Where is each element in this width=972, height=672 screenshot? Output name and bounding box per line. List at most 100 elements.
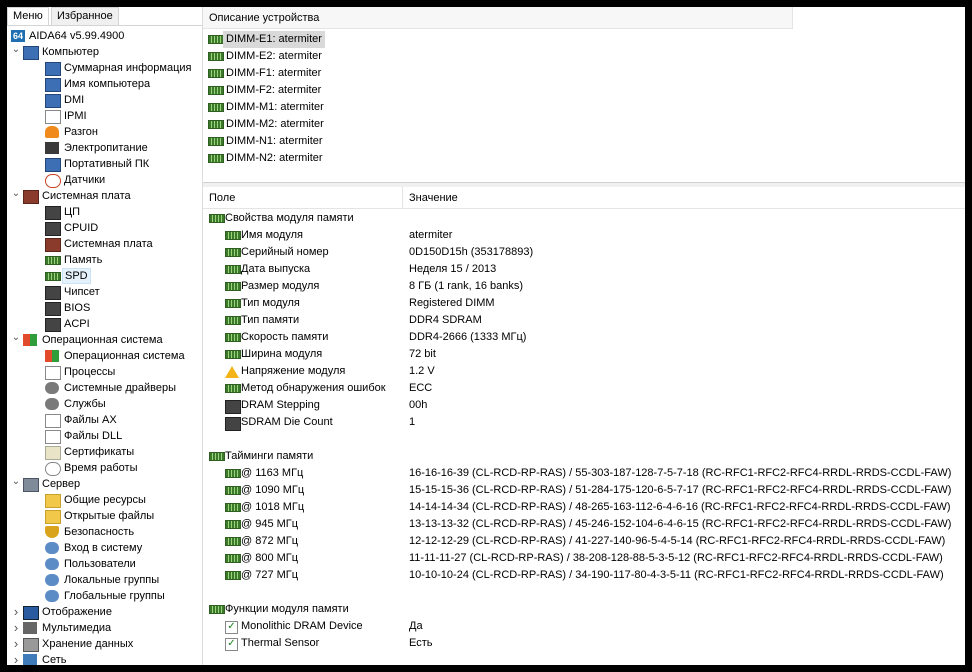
tree-item[interactable]: CPUID	[7, 220, 202, 236]
detail-row[interactable]: Метод обнаружения ошибок ECC	[203, 380, 965, 397]
chevron-down-icon[interactable]: ⌄	[11, 188, 21, 204]
chevron-right-icon[interactable]: ›	[11, 636, 21, 652]
chevron-right-icon[interactable]: ›	[11, 620, 21, 636]
tree-root[interactable]: 64 AIDA64 v5.99.4900	[7, 28, 202, 44]
memory-icon	[208, 35, 224, 44]
tree-item-label: Портативный ПК	[64, 158, 150, 170]
tree-item[interactable]: Имя компьютера	[7, 76, 202, 92]
tree-item[interactable]: Разгон	[7, 124, 202, 140]
chevron-down-icon[interactable]: ⌄	[11, 44, 21, 60]
chevron-right-icon[interactable]: ›	[11, 652, 21, 665]
detail-row[interactable]: @ 1018 МГц 14-14-14-34 (CL-RCD-RP-RAS) / …	[203, 499, 965, 516]
device-list-item[interactable]: DIMM-M1: atermiter	[203, 99, 803, 116]
column-header-field[interactable]: Поле	[203, 187, 403, 209]
tree-item[interactable]: Системная плата	[7, 236, 202, 252]
tree-item[interactable]: Вход в систему	[7, 540, 202, 556]
device-list-item[interactable]: DIMM-M2: atermiter	[203, 116, 803, 133]
nav-tree: 64 AIDA64 v5.99.4900 ⌄ Компьютер Суммарная и…	[7, 28, 202, 665]
tree-item[interactable]: Операционная система	[7, 348, 202, 364]
tree-item[interactable]: Службы	[7, 396, 202, 412]
tree-item-label: Службы	[64, 398, 106, 410]
column-header-value[interactable]: Значение	[403, 187, 965, 209]
detail-row[interactable]: ✓ Thermal Sensor Есть	[203, 635, 965, 652]
device-list-item[interactable]: DIMM-N1: atermiter	[203, 133, 803, 150]
detail-row[interactable]: Дата выпуска Неделя 15 / 2013	[203, 261, 965, 278]
tree-item[interactable]: Безопасность	[7, 524, 202, 540]
field-name: @ 800 МГц	[241, 552, 299, 564]
tree-item[interactable]: Локальные группы	[7, 572, 202, 588]
device-list-item[interactable]: DIMM-E2: atermiter	[203, 48, 803, 65]
tree-item[interactable]: Чипсет	[7, 284, 202, 300]
detail-row[interactable]: Тип памяти DDR4 SDRAM	[203, 312, 965, 329]
tree-item-label: Глобальные группы	[64, 590, 165, 602]
shield-icon	[45, 526, 59, 538]
detail-row[interactable]: SDRAM Die Count 1	[203, 414, 965, 431]
tree-item[interactable]: Электропитание	[7, 140, 202, 156]
tree-item[interactable]: Системные драйверы	[7, 380, 202, 396]
tree-item[interactable]: ⌄ Системная плата	[7, 188, 202, 204]
tree-item[interactable]: › Мультимедиа	[7, 620, 202, 636]
field-value: 8 ГБ (1 rank, 16 banks)	[409, 280, 524, 292]
tree-item[interactable]: Файлы AX	[7, 412, 202, 428]
details-list: Свойства модуля памяти Имя модуля atermite…	[203, 210, 965, 652]
chevron-down-icon[interactable]: ⌄	[11, 476, 21, 492]
tree-item[interactable]: Открытые файлы	[7, 508, 202, 524]
detail-row[interactable]: @ 945 МГц 13-13-13-32 (CL-RCD-RP-RAS) / 4…	[203, 516, 965, 533]
chevron-down-icon[interactable]: ⌄	[11, 332, 21, 348]
detail-row[interactable]: @ 872 МГц 12-12-12-29 (CL-RCD-RP-RAS) / 4…	[203, 533, 965, 550]
tree-item[interactable]: Суммарная информация	[7, 60, 202, 76]
tree-item[interactable]: ACPI	[7, 316, 202, 332]
tree-item[interactable]: › Сеть	[7, 652, 202, 665]
tree-item[interactable]: Память	[7, 252, 202, 268]
detail-row[interactable]: Ширина модуля 72 bit	[203, 346, 965, 363]
tab-favorites[interactable]: Избранное	[51, 7, 119, 25]
device-list-item[interactable]: DIMM-F1: atermiter	[203, 65, 803, 82]
chevron-right-icon[interactable]: ›	[11, 604, 21, 620]
memory-icon	[225, 486, 241, 495]
tree-item[interactable]: SPD	[7, 268, 202, 284]
detail-row[interactable]: @ 1090 МГц 15-15-15-36 (CL-RCD-RP-RAS) / …	[203, 482, 965, 499]
tree-item[interactable]: Время работы	[7, 460, 202, 476]
detail-row[interactable]: Тип модуля Registered DIMM	[203, 295, 965, 312]
detail-row[interactable]: DRAM Stepping 00h	[203, 397, 965, 414]
tree-item[interactable]: › Хранение данных	[7, 636, 202, 652]
tree-item[interactable]: › Отображение	[7, 604, 202, 620]
field-name: SDRAM Die Count	[241, 416, 333, 428]
tree-item[interactable]: ЦП	[7, 204, 202, 220]
tree-item[interactable]: IPMI	[7, 108, 202, 124]
section-header-timings[interactable]: Тайминги памяти	[203, 448, 965, 465]
detail-row[interactable]: Напряжение модуля 1.2 V	[203, 363, 965, 380]
field-value: 1	[409, 416, 416, 428]
device-list-item[interactable]: DIMM-F2: atermiter	[203, 82, 803, 99]
tree-item[interactable]: Общие ресурсы	[7, 492, 202, 508]
tree-item[interactable]: Файлы DLL	[7, 428, 202, 444]
device-list-item[interactable]: DIMM-E1: atermiter	[203, 31, 803, 48]
section-header-props[interactable]: Свойства модуля памяти	[203, 210, 965, 227]
memory-icon	[45, 272, 61, 281]
detail-row[interactable]: Серийный номер 0D150D15h (353178893)	[203, 244, 965, 261]
tree-item[interactable]: ⌄ Сервер	[7, 476, 202, 492]
detail-row[interactable]: @ 1163 МГц 16-16-16-39 (CL-RCD-RP-RAS) / …	[203, 465, 965, 482]
tree-item[interactable]: BIOS	[7, 300, 202, 316]
detail-row[interactable]: ✓ Monolithic DRAM Device Да	[203, 618, 965, 635]
tab-menu[interactable]: Меню	[7, 7, 49, 25]
tree-item[interactable]: Сертификаты	[7, 444, 202, 460]
detail-row[interactable]: @ 800 МГц 11-11-11-27 (CL-RCD-RP-RAS) / 3…	[203, 550, 965, 567]
device-list-item[interactable]: DIMM-N2: atermiter	[203, 150, 803, 167]
tree-item[interactable]: ⌄ Компьютер	[7, 44, 202, 60]
tree-item[interactable]: DMI	[7, 92, 202, 108]
tree-item[interactable]: Пользователи	[7, 556, 202, 572]
field-name: Дата выпуска	[241, 263, 311, 275]
tree-item[interactable]: Датчики	[7, 172, 202, 188]
tree-item[interactable]: ⌄ Операционная система	[7, 332, 202, 348]
tree-item[interactable]: Процессы	[7, 364, 202, 380]
tree-item[interactable]: Портативный ПК	[7, 156, 202, 172]
detail-row[interactable]: Имя модуля atermiter	[203, 227, 965, 244]
tree-item[interactable]: Глобальные группы	[7, 588, 202, 604]
device-list-header[interactable]: Описание устройства	[203, 7, 793, 29]
device-list: DIMM-E1: atermiter DIMM-E2: atermiter DIMM…	[203, 31, 803, 167]
detail-row[interactable]: Размер модуля 8 ГБ (1 rank, 16 banks)	[203, 278, 965, 295]
detail-row[interactable]: Скорость памяти DDR4-2666 (1333 МГц)	[203, 329, 965, 346]
detail-row[interactable]: @ 727 МГц 10-10-10-24 (CL-RCD-RP-RAS) / 3…	[203, 567, 965, 584]
section-header-features[interactable]: Функции модуля памяти	[203, 601, 965, 618]
